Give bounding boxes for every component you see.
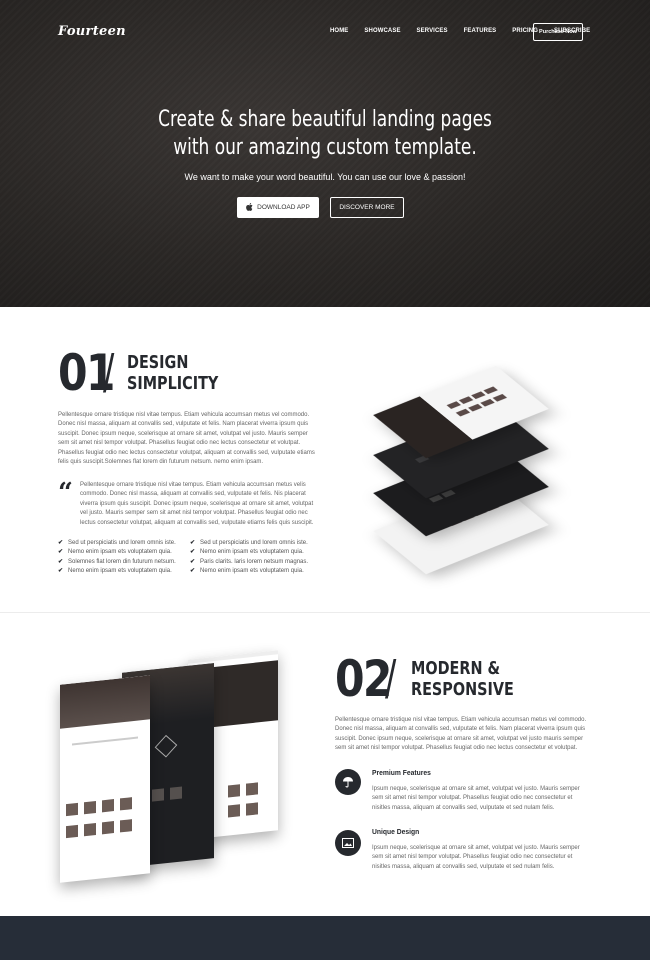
list-item-label: Nemo enim ipsam ets voluptatem quia.	[200, 567, 304, 574]
download-app-label: DOWNLOAD APP	[257, 204, 310, 211]
feature-text-premium: Ipsum neque, scelerisque at ornare sit a…	[372, 786, 580, 811]
mockup-light-page	[60, 675, 150, 883]
checklist-right: ✔ Sed ut perspiciatis und lorem omnis ist…	[190, 539, 308, 576]
nav-features[interactable]: FEATURES	[464, 28, 497, 34]
feature-title-premium: Premium Features	[372, 768, 431, 777]
section2-heading: MODERN & RESPONSIVE	[411, 658, 514, 700]
list-item-label: Nemo enim ipsam ets voluptatem quia.	[200, 549, 304, 556]
section1-quote-text: Pellentesque ornare tristique nisl vitae…	[80, 482, 314, 526]
discover-more-button[interactable]: DISCOVER MORE	[330, 197, 404, 218]
section1-slash: /	[103, 344, 115, 400]
hero-section: Fourteen HOME SHOWCASE SERVICES FEATURES…	[0, 0, 650, 307]
check-icon: ✔	[58, 540, 64, 546]
site-logo[interactable]: Fourteen	[58, 24, 126, 39]
check-icon: ✔	[58, 567, 64, 574]
hero-title: Create & share beautiful landing pages w…	[46, 106, 605, 162]
list-item: ✔ Nemo enim ipsam ets voluptatem quia.	[58, 548, 176, 557]
section1-quote: Pellentesque ornare tristique nisl vitae…	[80, 481, 316, 528]
list-item: ✔ Sed ut perspiciatis und lorem omnis ist…	[190, 539, 308, 548]
list-item: ✔ Solemnes flat lorem din futurum netsum.	[58, 558, 176, 567]
section2-paragraph: Pellentesque ornare tristique nisl vitae…	[335, 717, 587, 752]
hero-title-line2: with our amazing custom template.	[173, 135, 477, 160]
feature-text-unique: Ipsum neque, scelerisque at ornare sit a…	[372, 845, 580, 870]
list-item: ✔ Sed ut perspiciatis und lorem omnis ist…	[58, 539, 176, 548]
section1-heading: DESIGN SIMPLICITY	[127, 352, 218, 394]
list-item-label: Paris clarits. laris lorem netsum magnas…	[200, 558, 309, 565]
hero-title-line1: Create & share beautiful landing pages	[158, 107, 492, 132]
section1-paragraph: Pellentesque ornare tristique nisl vitae…	[58, 412, 315, 466]
checklist-left: ✔ Sed ut perspiciatis und lorem omnis ist…	[58, 539, 176, 576]
check-icon: ✔	[190, 558, 196, 565]
list-item-label: Sed ut perspiciatis und lorem omnis iste…	[200, 540, 308, 546]
check-icon: ✔	[58, 549, 64, 556]
list-item: ✔ Paris clarits. laris lorem netsum magna…	[190, 558, 308, 567]
apple-icon	[246, 202, 253, 213]
section2-number: 02	[335, 650, 392, 708]
list-item-label: Sed ut perspiciatis und lorem omnis iste…	[68, 540, 176, 546]
check-icon: ✔	[190, 567, 196, 574]
umbrella-icon	[335, 769, 361, 795]
nav-showcase[interactable]: SHOWCASE	[364, 28, 400, 34]
stacked-page-mockups	[340, 340, 590, 590]
check-icon: ✔	[190, 540, 196, 546]
list-item-label: Nemo enim ipsam ets voluptatem quia.	[68, 567, 172, 574]
section2-heading-line1: MODERN &	[411, 658, 501, 679]
download-app-button[interactable]: DOWNLOAD APP	[237, 197, 319, 218]
section2-heading-line2: RESPONSIVE	[411, 679, 514, 700]
image-icon	[335, 830, 361, 856]
purchase-now-button[interactable]: Purchase Now	[533, 23, 583, 41]
nav-services[interactable]: SERVICES	[417, 28, 448, 34]
check-icon: ✔	[190, 549, 196, 556]
list-item: ✔ Nemo enim ipsam ets voluptatem quia.	[190, 548, 308, 557]
quote-icon: “	[58, 478, 73, 508]
list-item-label: Solemnes flat lorem din futurum netsum.	[68, 558, 176, 565]
list-item: ✔ Nemo enim ipsam ets voluptatem quia.	[58, 567, 176, 576]
section1-heading-line1: DESIGN	[127, 352, 189, 373]
section-divider	[0, 612, 650, 613]
feature-title-unique: Unique Design	[372, 827, 420, 836]
check-icon: ✔	[58, 558, 64, 565]
footer-band	[0, 916, 650, 960]
list-item: ✔ Nemo enim ipsam ets voluptatem quia.	[190, 567, 308, 576]
hero-subtitle: We want to make your word beautiful. You…	[184, 172, 466, 182]
section1-heading-line2: SIMPLICITY	[127, 373, 219, 394]
nav-home[interactable]: HOME	[330, 28, 348, 34]
list-item-label: Nemo enim ipsam ets voluptatem quia.	[68, 549, 172, 556]
section2-slash: /	[385, 650, 397, 706]
